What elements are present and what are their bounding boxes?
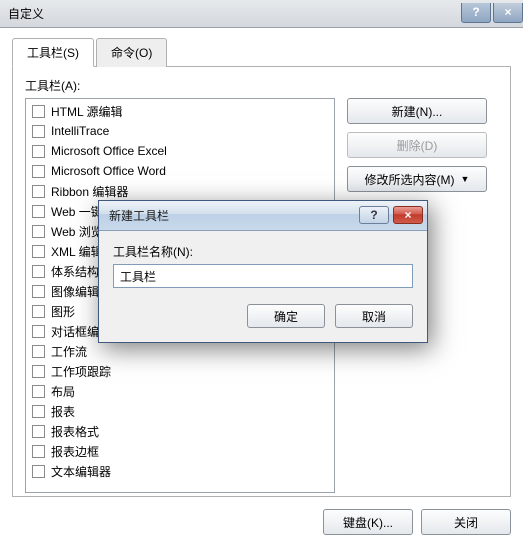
- delete-button: 删除(D): [347, 132, 487, 158]
- list-item[interactable]: 报表格式: [26, 421, 334, 441]
- close-icon: ×: [504, 5, 511, 19]
- list-item[interactable]: Microsoft Office Word: [26, 161, 334, 181]
- checkbox[interactable]: [32, 305, 45, 318]
- list-item[interactable]: 报表边框: [26, 441, 334, 461]
- checkbox[interactable]: [32, 345, 45, 358]
- new-button[interactable]: 新建(N)...: [347, 98, 487, 124]
- customize-dialog: 自定义 ? × 工具栏(S) 命令(O) 工具栏(A): HTML 源编辑 Int…: [0, 0, 523, 543]
- close-button[interactable]: ×: [493, 3, 523, 23]
- list-item[interactable]: 布局: [26, 381, 334, 401]
- list-item[interactable]: 工作项跟踪: [26, 361, 334, 381]
- modify-selection-button[interactable]: 修改所选内容(M) ▼: [347, 166, 487, 192]
- modal-close-button[interactable]: ×: [393, 206, 423, 224]
- checkbox[interactable]: [32, 145, 45, 158]
- ok-button[interactable]: 确定: [247, 304, 325, 328]
- checkbox[interactable]: [32, 105, 45, 118]
- list-item[interactable]: Ribbon 编辑器: [26, 181, 334, 201]
- checkbox[interactable]: [32, 245, 45, 258]
- list-item-label: 布局: [51, 383, 75, 400]
- help-button[interactable]: ?: [461, 3, 491, 23]
- list-item-label: 报表: [51, 403, 75, 420]
- list-item-label: Microsoft Office Excel: [51, 144, 167, 158]
- list-item-label: HTML 源编辑: [51, 103, 123, 120]
- checkbox[interactable]: [32, 365, 45, 378]
- titlebar: 自定义 ? ×: [0, 0, 523, 28]
- new-toolbar-dialog: 新建工具栏 ? × 工具栏名称(N): 确定 取消: [98, 200, 428, 343]
- checkbox[interactable]: [32, 325, 45, 338]
- list-item-label: IntelliTrace: [51, 124, 109, 138]
- list-item[interactable]: HTML 源编辑: [26, 101, 334, 121]
- titlebar-buttons: ? ×: [459, 3, 523, 25]
- keyboard-button[interactable]: 键盘(K)...: [323, 509, 413, 535]
- help-icon: ?: [370, 208, 377, 222]
- modal-titlebar: 新建工具栏 ? ×: [99, 201, 427, 231]
- checkbox[interactable]: [32, 165, 45, 178]
- list-item-label: 报表边框: [51, 443, 99, 460]
- checkbox[interactable]: [32, 445, 45, 458]
- checkbox[interactable]: [32, 285, 45, 298]
- list-item-label: 文本编辑器: [51, 463, 111, 480]
- checkbox[interactable]: [32, 185, 45, 198]
- modal-title: 新建工具栏: [109, 207, 169, 224]
- checkbox[interactable]: [32, 425, 45, 438]
- list-item-label: 图形: [51, 303, 75, 320]
- checkbox[interactable]: [32, 125, 45, 138]
- list-item[interactable]: 文本编辑器: [26, 461, 334, 481]
- checkbox[interactable]: [32, 465, 45, 478]
- modal-help-button[interactable]: ?: [359, 206, 389, 224]
- list-item-label: 工作流: [51, 343, 87, 360]
- toolbar-name-input[interactable]: [113, 264, 413, 288]
- modal-body: 工具栏名称(N): 确定 取消: [99, 231, 427, 342]
- checkbox[interactable]: [32, 265, 45, 278]
- tab-strip: 工具栏(S) 命令(O): [12, 38, 511, 67]
- checkbox[interactable]: [32, 225, 45, 238]
- close-icon: ×: [404, 208, 411, 222]
- footer-buttons: 键盘(K)... 关闭: [323, 509, 511, 535]
- modal-titlebar-buttons: ? ×: [359, 206, 423, 226]
- checkbox[interactable]: [32, 385, 45, 398]
- tab-commands[interactable]: 命令(O): [96, 38, 167, 67]
- list-item-label: 报表格式: [51, 423, 99, 440]
- close-dialog-button[interactable]: 关闭: [421, 509, 511, 535]
- toolbars-label: 工具栏(A):: [25, 77, 498, 94]
- chevron-down-icon: ▼: [461, 174, 470, 184]
- list-item[interactable]: Microsoft Office Excel: [26, 141, 334, 161]
- list-item[interactable]: 工作流: [26, 341, 334, 361]
- list-item-label: 工作项跟踪: [51, 363, 111, 380]
- window-title: 自定义: [8, 5, 44, 22]
- toolbar-name-label: 工具栏名称(N):: [113, 243, 413, 260]
- checkbox[interactable]: [32, 205, 45, 218]
- list-item-label: Ribbon 编辑器: [51, 183, 128, 200]
- tab-toolbars[interactable]: 工具栏(S): [12, 38, 94, 67]
- list-item[interactable]: 报表: [26, 401, 334, 421]
- list-item[interactable]: IntelliTrace: [26, 121, 334, 141]
- modal-buttons: 确定 取消: [113, 304, 413, 328]
- cancel-button[interactable]: 取消: [335, 304, 413, 328]
- checkbox[interactable]: [32, 405, 45, 418]
- list-item-label: Microsoft Office Word: [51, 164, 166, 178]
- help-icon: ?: [472, 5, 479, 19]
